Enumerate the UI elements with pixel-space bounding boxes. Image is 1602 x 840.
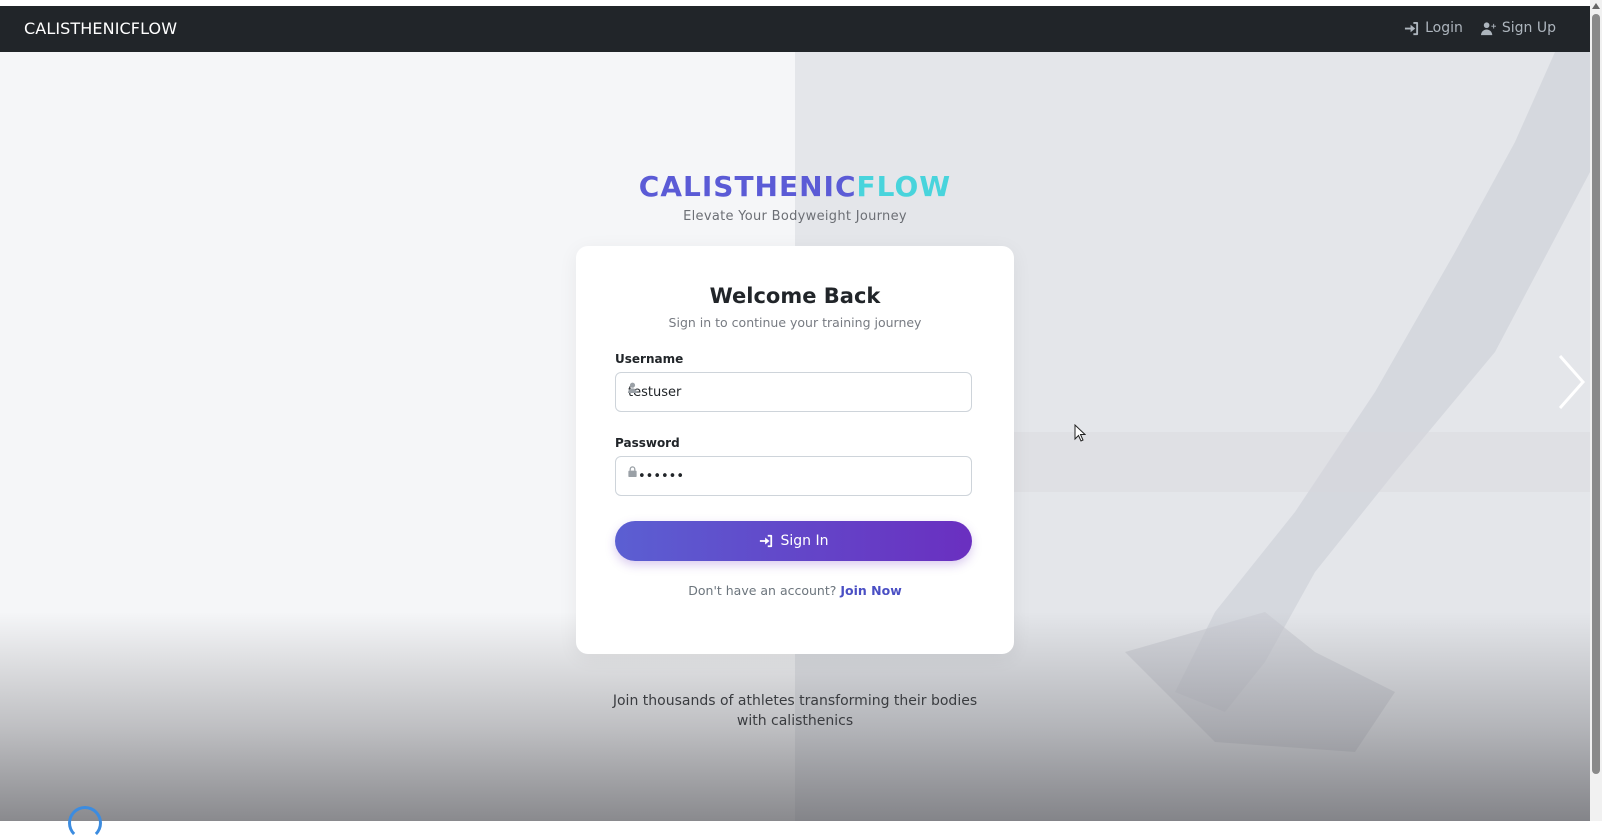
nav-signup-link[interactable]: Sign Up xyxy=(1480,20,1556,36)
username-input[interactable] xyxy=(616,373,971,411)
logo-part-accent: FLOW xyxy=(856,170,952,203)
password-input[interactable] xyxy=(616,457,971,495)
hero-tagline: Elevate Your Bodyweight Journey xyxy=(683,209,907,224)
nav-login-label: Login xyxy=(1425,20,1463,36)
join-now-link[interactable]: Join Now xyxy=(840,583,901,598)
sign-in-icon xyxy=(1405,21,1419,35)
login-subtitle: Sign in to continue your training journe… xyxy=(668,315,922,330)
sign-in-icon xyxy=(759,534,772,548)
mouse-cursor-icon xyxy=(1074,424,1086,442)
username-field-wrapper xyxy=(615,372,972,412)
loading-spinner-icon xyxy=(68,806,102,840)
navbar-links: Login Sign Up xyxy=(1404,20,1556,36)
navbar: CALISTHENICFLOW Login Sign Up xyxy=(0,6,1590,52)
user-plus-icon xyxy=(1480,21,1496,35)
nav-signup-label: Sign Up xyxy=(1501,20,1556,36)
hero-logo: CALISTHENICFLOW xyxy=(0,170,1590,203)
username-label: Username xyxy=(615,352,684,366)
sign-in-button[interactable]: Sign In xyxy=(615,521,972,561)
scroll-up-icon[interactable] xyxy=(1592,3,1600,9)
password-field-wrapper xyxy=(615,456,972,496)
login-card: Welcome Back Sign in to continue your tr… xyxy=(576,246,1014,654)
nav-login-link[interactable]: Login xyxy=(1404,20,1463,36)
user-icon xyxy=(627,382,638,393)
password-label: Password xyxy=(615,436,680,450)
join-prompt: Don't have an account? xyxy=(688,583,837,598)
sign-in-label: Sign In xyxy=(780,533,829,549)
vertical-scrollbar[interactable] xyxy=(1590,0,1602,821)
login-title: Welcome Back xyxy=(709,284,881,308)
chevron-right-icon[interactable] xyxy=(1556,354,1586,410)
lock-icon xyxy=(628,466,637,477)
hero-footer-text: Join thousands of athletes transforming … xyxy=(612,693,978,729)
join-row: Don't have an account? Join Now xyxy=(576,583,1014,598)
navbar-brand[interactable]: CALISTHENICFLOW xyxy=(24,19,177,38)
scrollbar-thumb[interactable] xyxy=(1592,14,1600,774)
logo-part-primary: CALISTHENIC xyxy=(638,170,857,203)
